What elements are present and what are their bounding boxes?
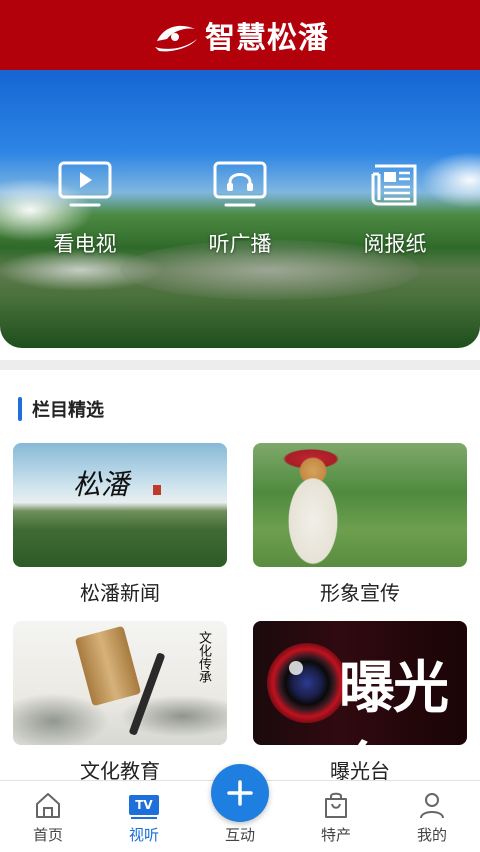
nav-label: 特产 [320,826,351,844]
app-root: 智慧松潘 看电视 听广播 阅报纸 栏目精选 松潘 松潘新闻 形象宣传 文化传承 … [0,0,480,852]
shopping-bag-icon [325,792,347,818]
card-thumbnail: 松潘 [13,443,227,567]
card-exposure[interactable]: 曝光台 曝光台 [253,621,467,784]
section-title: 栏目精选 [32,400,104,421]
home-icon [36,793,60,818]
app-title: 智慧松潘 [205,21,329,56]
seal-stamp [153,485,161,495]
lens-highlight [289,661,303,675]
card-image-promotion[interactable]: 形象宣传 [253,443,467,606]
card-songpan-news[interactable]: 松潘 松潘新闻 [13,443,227,606]
nav-home[interactable]: 首页 [0,781,96,852]
card-culture-education[interactable]: 文化传承 文化教育 [13,621,227,784]
card-thumbnail: 文化传承 [13,621,227,745]
nav-profile[interactable]: 我的 [384,781,480,852]
radio-headphones-icon [213,161,267,207]
calligraphy-text: 文化传承 [196,631,211,683]
listen-radio-label: 听广播 [208,232,272,256]
section-divider [0,360,480,370]
tv-badge: TV [129,795,159,819]
newspaper-icon [371,164,417,206]
watch-tv-label: 看电视 [53,232,117,256]
app-header: 智慧松潘 [0,0,480,70]
bamboo-scroll-art [74,625,142,707]
read-newspaper-button[interactable]: 阅报纸 [345,160,445,258]
card-label: 松潘新闻 [80,581,160,605]
swirl-logo-icon [155,25,197,52]
card-label: 形象宣传 [320,581,400,605]
nav-label: 视听 [128,826,159,844]
listen-radio-button[interactable]: 听广播 [190,160,290,258]
nav-specialty[interactable]: 特产 [288,781,384,852]
hero-banner: 看电视 听广播 阅报纸 [0,70,480,348]
nav-label: 首页 [32,826,63,844]
nav-label: 我的 [416,826,447,844]
nav-media[interactable]: TV 视听 [96,781,192,852]
thumb-title-art: 松潘 [73,468,130,501]
tv-icon: TV [129,790,159,820]
user-icon [420,793,444,819]
read-newspaper-label: 阅报纸 [363,232,427,256]
thumb-title-art: 曝光台 [339,656,449,745]
tv-play-icon [58,161,112,207]
section-header: 栏目精选 [18,396,104,422]
section-accent-bar [18,397,22,421]
watch-tv-button[interactable]: 看电视 [35,160,135,258]
card-thumbnail [253,443,467,567]
plus-icon [227,780,253,806]
nav-label: 互动 [224,826,255,844]
interact-fab-button[interactable] [211,764,269,822]
camera-lens-icon [267,643,347,723]
card-thumbnail: 曝光台 [253,621,467,745]
